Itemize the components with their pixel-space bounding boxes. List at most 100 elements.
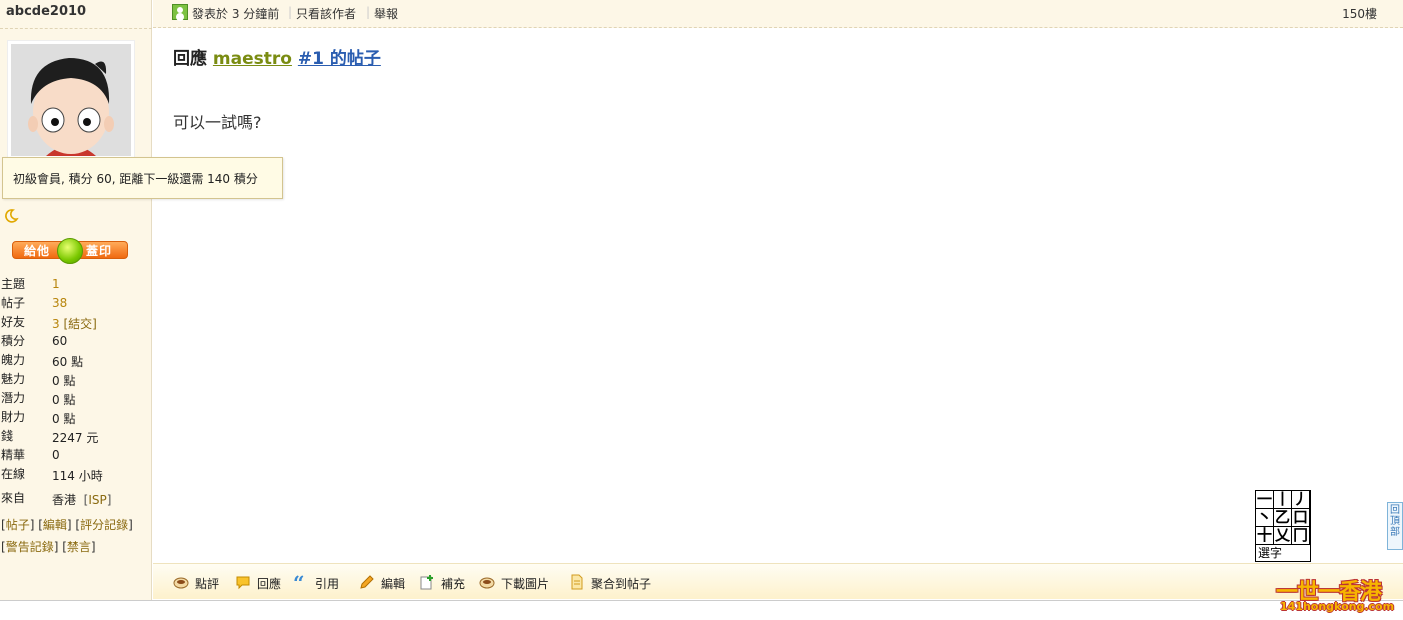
stat-label: 主題	[1, 277, 26, 291]
ime-key-stroke[interactable]: 口	[1292, 509, 1310, 527]
avatar-image	[11, 44, 131, 156]
stat-posts: 帖子 38	[0, 294, 150, 310]
stat-money: 錢 2247 元	[0, 427, 150, 445]
pencil-icon	[360, 575, 374, 589]
document-icon	[571, 574, 583, 590]
user-sidebar: abcde2010 給他 蓋印 主題 1 帖子 38 好友 3 [結交] 積分 …	[0, 0, 152, 600]
stat-label: 潛力	[1, 391, 26, 405]
divider: |	[366, 5, 371, 19]
post-action-bar: 點評 回應 “ 引用 編輯 補充 下載圖片 聚合到帖子	[153, 563, 1403, 599]
add-friend-link[interactable]: [結交]	[63, 317, 96, 331]
aggregate-button[interactable]: 聚合到帖子	[569, 574, 659, 591]
isp-link[interactable]: ISP	[88, 493, 106, 507]
warning-log-link[interactable]: 警告記錄	[6, 540, 54, 554]
only-author-link[interactable]: 只看該作者	[296, 5, 356, 22]
stat-topics: 主題 1	[0, 275, 150, 291]
username[interactable]: abcde2010	[6, 4, 86, 19]
stat-value: 0 點	[52, 412, 76, 426]
quoted-post-link[interactable]: #1 的帖子	[298, 49, 381, 69]
stamp-label-right: 蓋印	[86, 244, 113, 258]
action-label: 下載圖片	[501, 577, 550, 591]
ime-select-char[interactable]: 選字	[1256, 545, 1310, 562]
ime-key-stroke[interactable]: 冂	[1292, 527, 1310, 545]
stat-wealth: 財力 0 點	[0, 408, 150, 426]
edit-link[interactable]: 編輯	[43, 518, 67, 532]
stat-label: 在線	[1, 467, 26, 481]
stat-value: 114 小時	[52, 469, 103, 483]
comment-cup-icon	[173, 577, 189, 589]
post-header-bar: 發表於 3 分鐘前 | 只看該作者 | 舉報 150樓	[153, 0, 1403, 28]
reply-title: 回應 maestro #1 的帖子	[173, 44, 381, 69]
edit-button[interactable]: 編輯	[359, 574, 409, 591]
rating-log-link[interactable]: 評分記錄	[80, 518, 128, 532]
stamp-label-left: 給他	[24, 244, 51, 258]
divider	[0, 600, 1403, 601]
user-posts-link[interactable]: 帖子	[6, 518, 30, 532]
stat-potential: 潛力 0 點	[0, 389, 150, 407]
download-images-button[interactable]: 下載圖片	[479, 574, 559, 591]
stat-digest: 精華 0	[0, 446, 150, 462]
action-label: 點評	[195, 577, 220, 591]
reply-button[interactable]: 回應	[235, 574, 285, 591]
supplement-button[interactable]: 補充	[419, 574, 469, 591]
ime-key-stroke[interactable]: 丨	[1274, 491, 1292, 509]
back-to-top-button[interactable]: 回頂部	[1387, 502, 1403, 550]
ban-link[interactable]: 禁言	[67, 540, 91, 554]
ime-key-stroke[interactable]: 乂	[1274, 527, 1292, 545]
location: 香港	[52, 493, 77, 507]
stat-label: 精華	[1, 448, 26, 462]
stat-label: 財力	[1, 410, 26, 424]
quote-button[interactable]: “ 引用	[293, 574, 343, 591]
avatar[interactable]	[7, 40, 135, 158]
moon-icon	[5, 209, 19, 223]
post-body: 可以一試嗎?	[173, 113, 262, 132]
stat-value: 0	[52, 448, 60, 462]
ime-key-stroke[interactable]: 丶	[1256, 509, 1274, 527]
stat-value-topics[interactable]: 1	[52, 277, 60, 291]
stat-credits: 積分 60	[0, 332, 150, 348]
stat-label: 來自	[1, 491, 26, 505]
stat-label: 魅力	[1, 372, 26, 386]
action-label: 編輯	[381, 577, 406, 591]
give-stamp-button[interactable]: 給他 蓋印	[12, 238, 128, 264]
download-cup-icon	[479, 577, 495, 589]
stat-label: 好友	[1, 315, 26, 329]
user-links-row2: [警告記錄] [禁言]	[1, 540, 96, 554]
green-ball-icon	[57, 238, 83, 264]
reply-prefix: 回應	[173, 49, 207, 69]
stat-value: 2247 元	[52, 431, 99, 445]
stat-value-posts[interactable]: 38	[52, 296, 67, 310]
stat-online: 在線 114 小時	[0, 465, 150, 483]
stat-label: 魄力	[1, 353, 26, 367]
stat-value-from: 香港 [ISP]	[52, 493, 112, 507]
ime-stroke-panel[interactable]: 一 丨 丿 丶 乙 口 十 乂 冂 選字	[1255, 490, 1311, 562]
action-label: 聚合到帖子	[591, 577, 652, 591]
ime-key-stroke[interactable]: 乙	[1274, 509, 1292, 527]
ime-key-stroke[interactable]: 十	[1256, 527, 1274, 545]
ime-key-stroke[interactable]: 一	[1256, 491, 1274, 509]
stat-value: 0 點	[52, 393, 76, 407]
floor-number[interactable]: 150樓	[1342, 5, 1377, 22]
logo-domain: 141hongkong.com	[1280, 600, 1395, 613]
divider: |	[288, 5, 293, 19]
member-level-tooltip: 初級會員, 積分 60, 距離下一級還需 140 積分	[2, 157, 283, 199]
post-time: 發表於 3 分鐘前	[192, 7, 280, 21]
ime-key-stroke[interactable]: 丿	[1292, 491, 1310, 509]
stat-value-friends: 3 [結交]	[52, 315, 97, 332]
add-note-icon	[420, 575, 433, 590]
rate-button[interactable]: 點評	[173, 574, 223, 591]
action-label: 引用	[315, 577, 340, 591]
user-links-row1: [帖子] [編輯] [評分記錄]	[1, 518, 133, 532]
stat-power: 魄力 60 點	[0, 351, 150, 369]
report-link[interactable]: 舉報	[374, 5, 398, 22]
reply-bubble-icon	[236, 576, 250, 590]
action-label: 補充	[441, 577, 466, 591]
stat-label: 錢	[1, 429, 14, 443]
poster-online-icon	[172, 4, 188, 20]
quoted-author-link[interactable]: maestro	[213, 49, 292, 69]
site-logo[interactable]: 一世一香港 141hongkong.com	[1276, 574, 1400, 618]
divider	[0, 28, 152, 29]
friends-count[interactable]: 3	[52, 317, 60, 331]
stat-label: 積分	[1, 334, 26, 348]
stat-value: 0 點	[52, 374, 76, 388]
